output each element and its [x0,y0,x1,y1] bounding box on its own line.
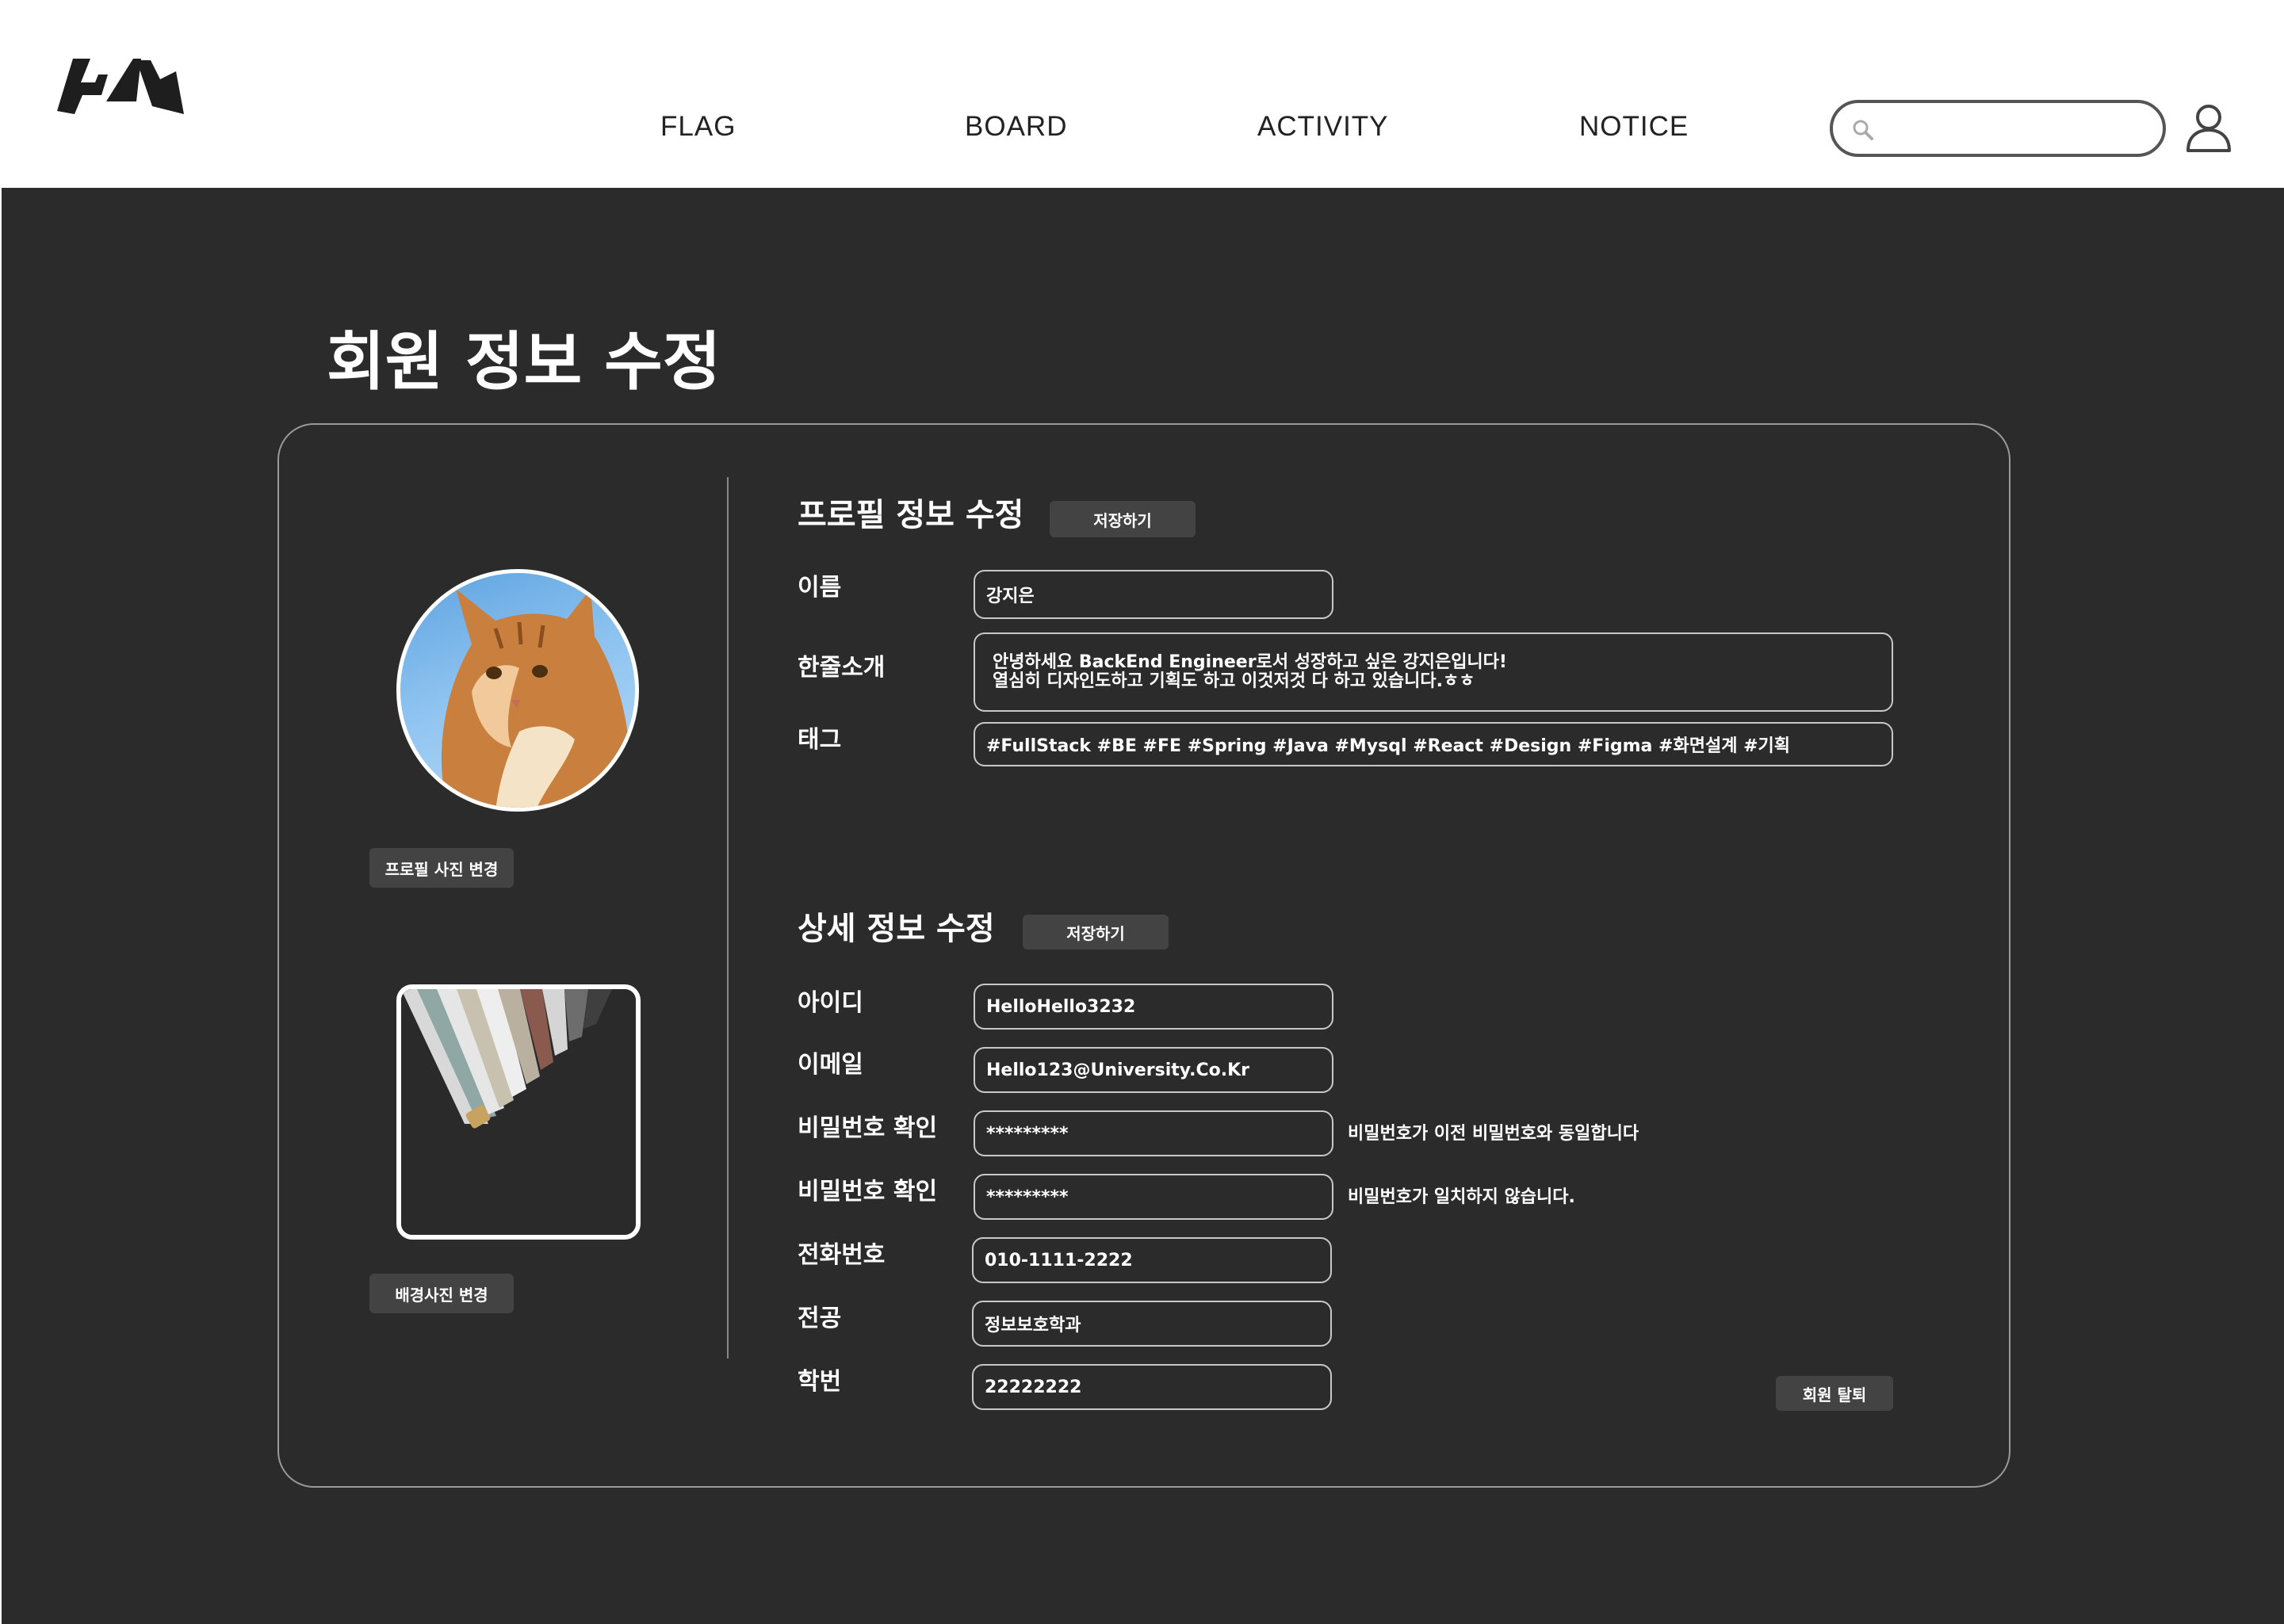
password-confirm-label-1: 비밀번호 확인 [798,1114,938,1142]
major-field[interactable]: 정보보호학과 [972,1301,1332,1347]
top-navigation-bar: FLAG BOARD ACTIVITY NOTICE [0,0,2284,188]
intro-line-1: 안녕하세요 BackEnd Engineer로서 성장하고 싶은 강지은입니다! [993,652,1507,672]
search-input[interactable] [1884,111,2148,147]
phone-field[interactable]: 010-1111-2222 [972,1237,1332,1283]
password-confirm-field-2[interactable]: ********* [974,1174,1333,1220]
user-profile-icon[interactable] [2185,101,2232,152]
name-label: 이름 [798,574,842,602]
nav-activity[interactable]: ACTIVITY [1257,109,1389,144]
withdraw-button[interactable]: 회원 탈퇴 [1776,1376,1893,1411]
name-field[interactable]: 강지은 [974,570,1333,619]
phone-label: 전화번호 [798,1241,886,1269]
user-id-field[interactable]: HelloHello3232 [974,984,1333,1030]
change-background-photo-button[interactable]: 배경사진 변경 [369,1274,514,1313]
profile-avatar [396,569,639,812]
page-title: 회원 정보 수정 [327,325,721,399]
intro-line-2: 열심히 디자인도하고 기획도 하고 이것저것 다 하고 있습니다.ㅎㅎ [993,671,1475,691]
member-edit-card: 프로필 사진 변경 배경사진 변경 프로필 정보 수정 저장하기 이름 강지은 … [277,423,2010,1488]
intro-field[interactable]: 안녕하세요 BackEnd Engineer로서 성장하고 싶은 강지은입니다!… [974,632,1893,712]
detail-save-button[interactable]: 저장하기 [1023,915,1169,950]
flag-logo[interactable] [57,54,184,114]
detail-section-title: 상세 정보 수정 [798,911,995,947]
tags-label: 태그 [798,726,842,754]
student-no-label: 학번 [798,1368,842,1396]
background-image [396,984,641,1240]
main-content: 회원 정보 수정 프로필 사진 변경 배경사진 변경 프로필 정보 수정 저장하… [2,188,2284,1624]
vertical-divider [727,477,729,1358]
password-confirm-field-1[interactable]: ********* [974,1110,1333,1156]
password-hint-mismatch: 비밀번호가 일치하지 않습니다. [1348,1187,1575,1207]
tags-field[interactable]: #FullStack #BE #FE #Spring #Java #Mysql … [974,722,1893,766]
nav-flag[interactable]: FLAG [660,109,736,144]
search-icon [1853,120,1873,140]
password-confirm-label-2: 비밀번호 확인 [798,1178,938,1206]
books-photo [401,989,636,1235]
profile-section-title: 프로필 정보 수정 [798,497,1024,533]
cat-photo [441,589,635,808]
major-label: 전공 [798,1305,842,1332]
email-label: 이메일 [798,1051,863,1079]
email-field[interactable]: Hello123@University.Co.Kr [974,1047,1333,1093]
student-no-field[interactable]: 22222222 [972,1364,1332,1410]
nav-board[interactable]: BOARD [965,109,1067,144]
search-box[interactable] [1830,100,2166,157]
password-hint-same: 비밀번호가 이전 비밀번호와 동일합니다 [1348,1124,1639,1144]
user-id-label: 아이디 [798,989,863,1017]
profile-save-button[interactable]: 저장하기 [1050,501,1196,537]
nav-notice[interactable]: NOTICE [1579,109,1689,144]
intro-label: 한줄소개 [798,654,886,682]
change-profile-photo-button[interactable]: 프로필 사진 변경 [369,848,514,888]
